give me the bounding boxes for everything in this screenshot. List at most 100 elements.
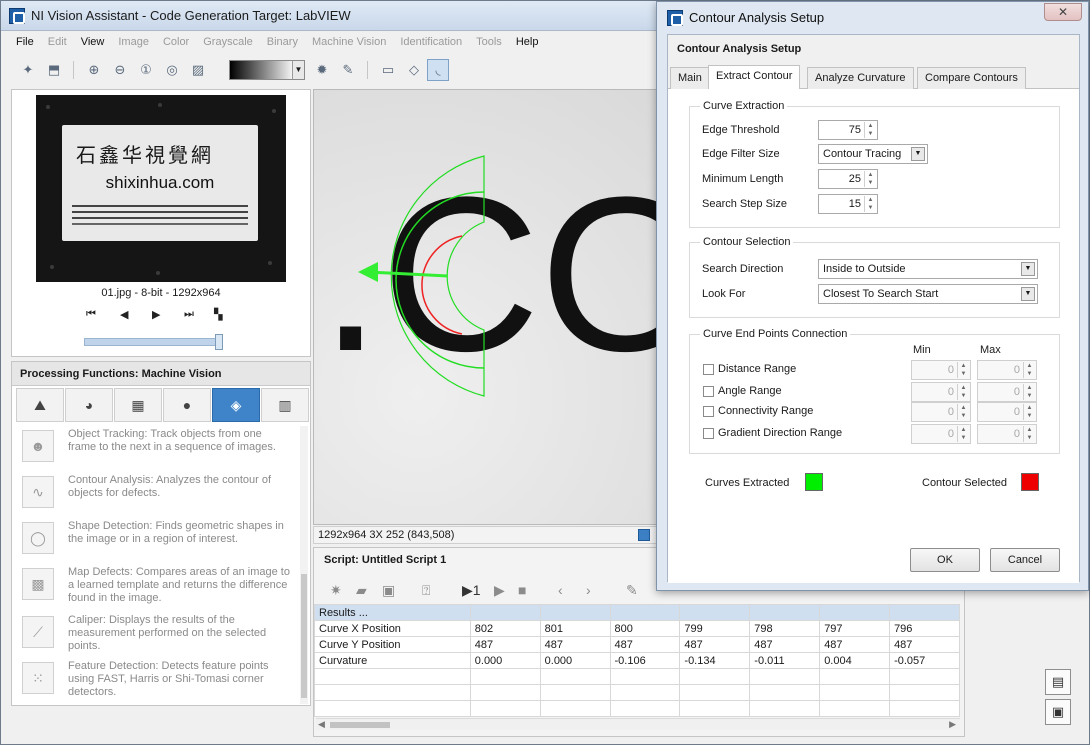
search-direction-select[interactable]: Inside to Outside ▼ [818,259,1038,279]
scroll-right-icon[interactable]: ▶ [949,719,956,730]
grayscale-category-icon[interactable]: ▦ [114,388,162,422]
pencil-icon[interactable]: ✎ [337,59,359,81]
table-row[interactable]: Curve X Position 802 801 800 799 798 797… [314,620,960,637]
spinner-arrows-icon[interactable]: ▲ ▼ [864,122,876,138]
new-script-icon[interactable]: ✷ [330,582,342,599]
menu-binary[interactable]: Binary [260,34,305,52]
cancel-button[interactable]: Cancel [990,548,1060,572]
connectivity-range-max[interactable]: 0 ▲ ▼ [977,402,1037,422]
comment-icon[interactable]: ⍰ [422,582,430,599]
run-icon[interactable]: ▶ [494,582,505,599]
brightness-icon[interactable]: ✹ [311,59,333,81]
image-info-icon[interactable]: ▨ [187,59,209,81]
acquire-image-icon[interactable]: ✦ [17,59,39,81]
slider-handle[interactable] [215,334,223,350]
table-row[interactable]: Curvature 0.000 0.000 -0.106 -0.134 -0.0… [314,652,960,669]
zoom-to-fit-icon[interactable] [638,529,650,541]
edge-threshold-spinner[interactable]: 75 ▲ ▼ [818,120,878,140]
list-item[interactable]: ◯ Shape Detection: Finds geometric shape… [16,518,296,562]
list-item[interactable]: ▩ Map Defects: Compares areas of an imag… [16,564,296,608]
tab-main[interactable]: Main [670,67,710,89]
zoom-in-icon[interactable]: ⊕ [83,59,105,81]
dialog-body: Contour Analysis Setup Main Extract Cont… [667,34,1080,583]
open-script-icon[interactable]: ▰ [356,582,367,599]
first-image-icon[interactable]: ⏮ [86,308,96,321]
script-info-icon[interactable]: ▤ [1045,669,1071,695]
list-item[interactable]: ⁙ Feature Detection: Detects feature poi… [16,658,296,702]
point-tool-icon[interactable]: ◇ [403,59,425,81]
zoom-1-1-icon[interactable]: ① [135,59,157,81]
image-viewer[interactable]: .CO [313,89,661,525]
search-step-size-spinner[interactable]: 15 ▲ ▼ [818,194,878,214]
image-category-icon[interactable]: ⛰ [16,388,64,422]
annulus-tool-icon[interactable]: ◟ [427,59,449,81]
distance-range-min[interactable]: 0 ▲ ▼ [911,360,971,380]
edge-filter-size-select[interactable]: Contour Tracing ▼ [818,144,928,164]
menu-file[interactable]: File [9,34,41,52]
palette-select[interactable]: ▼ [229,60,305,80]
browse-mode-icon[interactable]: ▚ [214,308,222,321]
binary-category-icon[interactable]: ● [163,388,211,422]
menu-image[interactable]: Image [111,34,156,52]
connectivity-range-checkbox[interactable] [703,406,714,417]
distance-range-checkbox[interactable] [703,364,714,375]
zoom-out-icon[interactable]: ⊖ [109,59,131,81]
contour-selection-group: Contour Selection Search Direction Insid… [689,236,1060,318]
save-script-icon[interactable]: ▣ [382,582,395,599]
scrollbar-thumb[interactable] [330,722,390,728]
last-image-icon[interactable]: ⏭ [184,308,194,321]
save-results-icon[interactable]: ▣ [1045,699,1071,725]
menu-tools[interactable]: Tools [469,34,509,52]
rectangle-tool-icon[interactable]: ▭ [377,59,399,81]
menu-help[interactable]: Help [509,34,546,52]
tab-analyze-curvature[interactable]: Analyze Curvature [807,67,914,89]
minimum-length-spinner[interactable]: 25 ▲ ▼ [818,169,878,189]
function-list-scrollbar[interactable] [300,426,308,704]
spinner-arrows-icon[interactable]: ▲ ▼ [864,196,876,212]
list-item[interactable]: ∿ Contour Analysis: Analyzes the contour… [16,472,296,516]
next-image-icon[interactable]: ▶ [152,308,160,321]
edit-step-icon[interactable]: ✎ [626,582,638,599]
menu-identification[interactable]: Identification [393,34,469,52]
function-list: ☻ Object Tracking: Track objects from on… [16,426,296,706]
image-thumbnail[interactable]: 石鑫华視覺網 shixinhua.com [36,95,286,282]
menu-grayscale[interactable]: Grayscale [196,34,260,52]
scrollbar-thumb[interactable] [301,574,307,698]
results-scrollbar[interactable]: ◀ ▶ [316,718,960,730]
angle-range-checkbox[interactable] [703,386,714,397]
tab-extract-contour[interactable]: Extract Contour [708,65,801,90]
menu-color[interactable]: Color [156,34,196,52]
gradient-direction-range-checkbox[interactable] [703,428,714,439]
distance-range-max[interactable]: 0 ▲ ▼ [977,360,1037,380]
step-forward-icon[interactable]: › [586,582,591,598]
image-slider[interactable] [84,334,223,350]
tab-compare-contours[interactable]: Compare Contours [917,67,1026,89]
menu-view[interactable]: View [74,34,112,52]
spinner-arrows-icon[interactable]: ▲ ▼ [864,171,876,187]
image-overlay: .CO [320,151,660,397]
list-item[interactable]: ⟋ Caliper: Displays the results of the m… [16,612,296,656]
connectivity-range-min[interactable]: 0 ▲ ▼ [911,402,971,422]
identification-category-icon[interactable]: ▥ [261,388,309,422]
menu-edit[interactable]: Edit [41,34,74,52]
gradient-direction-range-max[interactable]: 0 ▲ ▼ [977,424,1037,444]
previous-image-icon[interactable]: ◀ [120,308,128,321]
list-item[interactable]: ☻ Object Tracking: Track objects from on… [16,426,296,470]
angle-range-max[interactable]: 0 ▲ ▼ [977,382,1037,402]
menu-machine-vision[interactable]: Machine Vision [305,34,393,52]
scroll-left-icon[interactable]: ◀ [318,719,325,730]
color-category-icon[interactable]: ◕ [65,388,113,422]
gradient-direction-range-min[interactable]: 0 ▲ ▼ [911,424,971,444]
run-once-icon[interactable]: ▶1 [462,582,481,599]
machine-vision-category-icon[interactable]: ◈ [212,388,260,422]
table-row[interactable]: Curve Y Position 487 487 487 487 487 487… [314,636,960,653]
side-buttons: ▤ ▣ [1045,669,1073,729]
close-icon[interactable]: ✕ [1044,3,1082,21]
angle-range-min[interactable]: 0 ▲ ▼ [911,382,971,402]
zoom-fit-icon[interactable]: ◎ [161,59,183,81]
ok-button[interactable]: OK [910,548,980,572]
stop-icon[interactable]: ■ [518,582,526,598]
look-for-select[interactable]: Closest To Search Start ▼ [818,284,1038,304]
step-back-icon[interactable]: ‹ [558,582,563,598]
save-image-icon[interactable]: ⬒ [43,59,65,81]
